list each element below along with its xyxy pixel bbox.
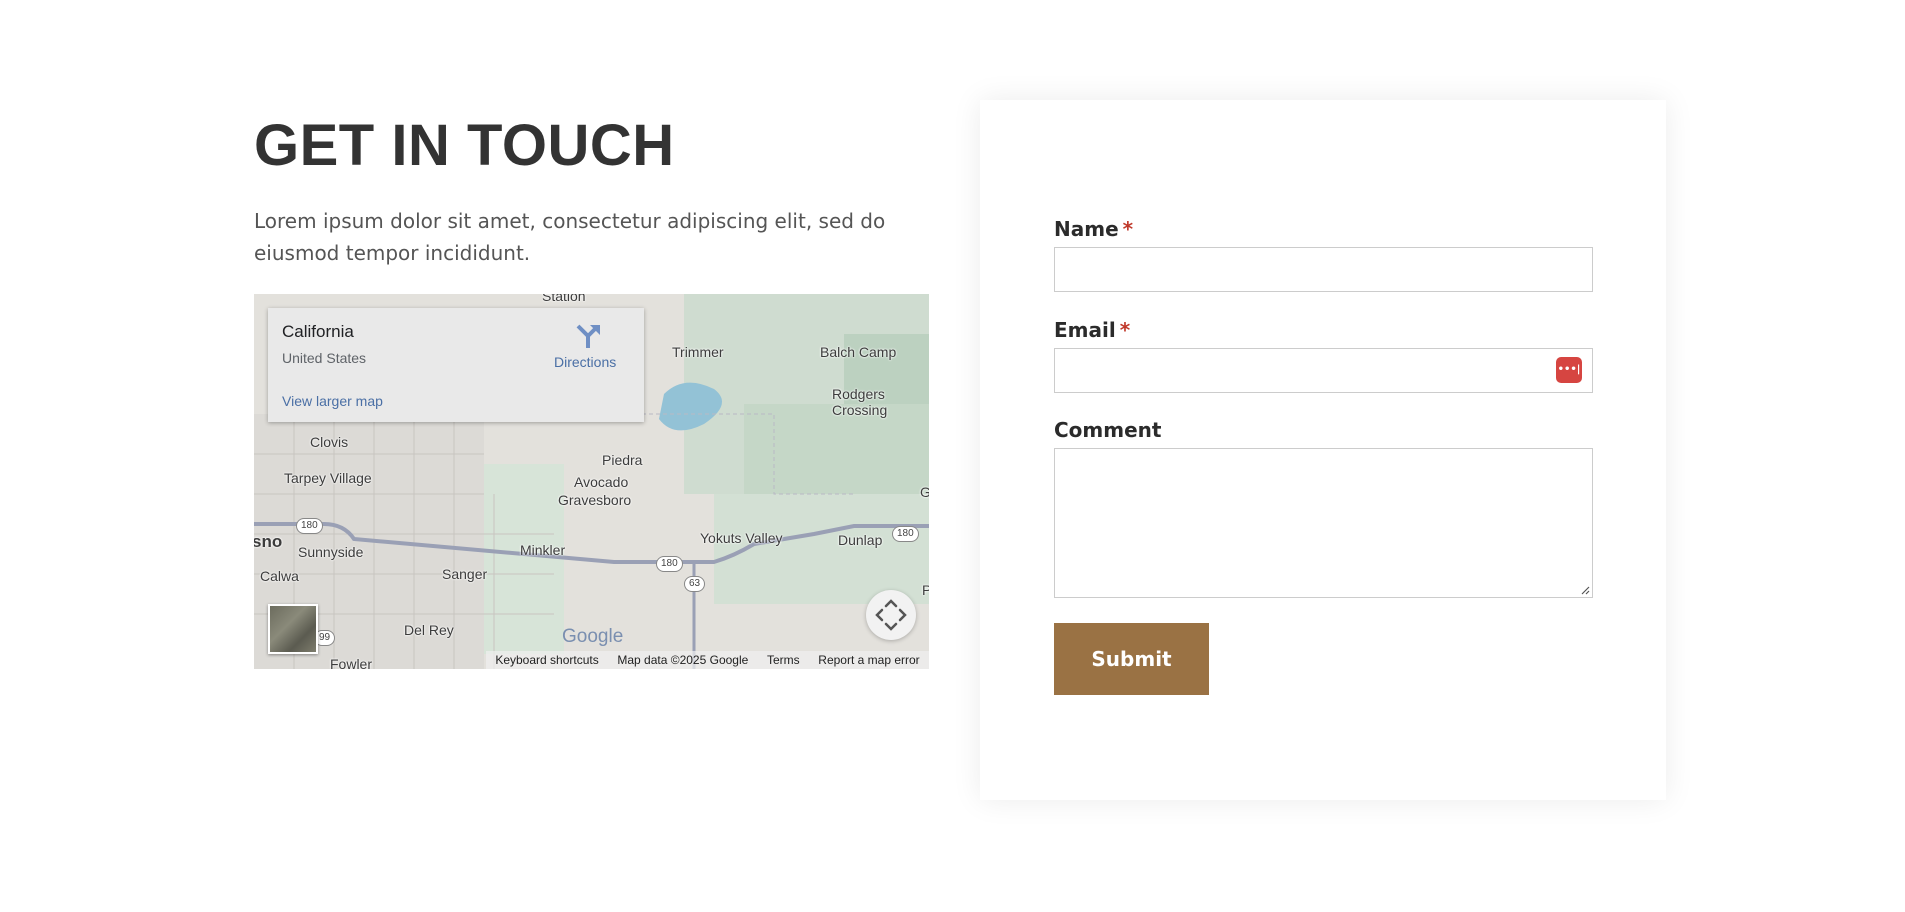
place-title: California <box>282 322 354 341</box>
map-label: Rodgers <box>832 386 885 402</box>
page-title: GET IN TOUCH <box>254 113 675 178</box>
comment-label: Comment <box>1054 418 1162 442</box>
map-label: Del Rey <box>404 622 454 638</box>
google-logo: Google <box>562 626 624 647</box>
terms-link[interactable]: Terms <box>767 653 800 667</box>
map-label: Sanger <box>442 566 488 582</box>
map-label: sno <box>254 532 283 551</box>
view-larger-map-link[interactable]: View larger map <box>282 393 383 409</box>
map-label: Crossing <box>832 402 888 418</box>
intro-text: Lorem ipsum dolor sit amet, consectetur … <box>254 209 886 265</box>
name-field[interactable] <box>1054 247 1593 292</box>
name-label-text: Name <box>1054 217 1119 241</box>
report-error-link[interactable]: Report a map error <box>818 653 919 667</box>
map-label: P <box>922 582 929 598</box>
map-label: Station <box>542 294 586 304</box>
map-label: Trimmer <box>672 344 724 360</box>
satellite-toggle[interactable] <box>268 604 318 654</box>
contact-form-card: Name * Email * •••| Comment Submit <box>980 100 1666 800</box>
required-mark: * <box>1119 318 1131 342</box>
map-label: Dunlap <box>838 532 883 548</box>
password-manager-icon[interactable]: •••| <box>1556 357 1582 383</box>
keyboard-shortcuts-link[interactable]: Keyboard shortcuts <box>495 653 598 667</box>
map-label: Balch Camp <box>820 344 897 360</box>
highway-shield: 180 <box>296 518 323 534</box>
map-label: Fowler <box>330 656 373 669</box>
map-label: Yokuts Valley <box>700 530 783 546</box>
move-arrows-icon <box>875 599 907 631</box>
map-info-card: California United States View larger map… <box>268 308 644 422</box>
map-label: Avocado <box>574 474 629 490</box>
comment-field[interactable] <box>1054 448 1593 598</box>
place-subtitle: United States <box>282 350 367 366</box>
highway-shield: 63 <box>684 576 706 592</box>
map-label: Clovis <box>310 434 349 450</box>
email-label: Email * <box>1054 318 1130 342</box>
map-attribution-bar: Keyboard shortcuts Map data ©2025 Google… <box>486 651 929 669</box>
map-label: Tarpey Village <box>284 470 372 486</box>
highway-shield: 180 <box>656 556 683 572</box>
name-label: Name * <box>1054 217 1133 241</box>
map-label: Piedra <box>602 452 643 468</box>
map-label: Gravesboro <box>558 492 632 508</box>
embedded-map[interactable]: Station Trimmer Balch Camp Rodgers Cross… <box>254 294 929 669</box>
map-pan-control[interactable] <box>866 590 916 640</box>
highway-shield: 180 <box>892 526 919 542</box>
map-data-text: Map data ©2025 Google <box>617 653 749 667</box>
map-label: Calwa <box>260 568 299 584</box>
required-mark: * <box>1122 217 1134 241</box>
directions-link[interactable]: Directions <box>554 354 616 370</box>
email-label-text: Email <box>1054 318 1116 342</box>
resize-handle-icon[interactable] <box>1580 585 1590 595</box>
map-label: Sunnyside <box>298 544 364 560</box>
map-label: G <box>920 484 929 500</box>
directions-icon[interactable] <box>574 322 602 350</box>
map-label: Minkler <box>520 542 566 558</box>
submit-button[interactable]: Submit <box>1054 623 1209 695</box>
email-field-wrapper[interactable]: •••| <box>1054 348 1593 393</box>
